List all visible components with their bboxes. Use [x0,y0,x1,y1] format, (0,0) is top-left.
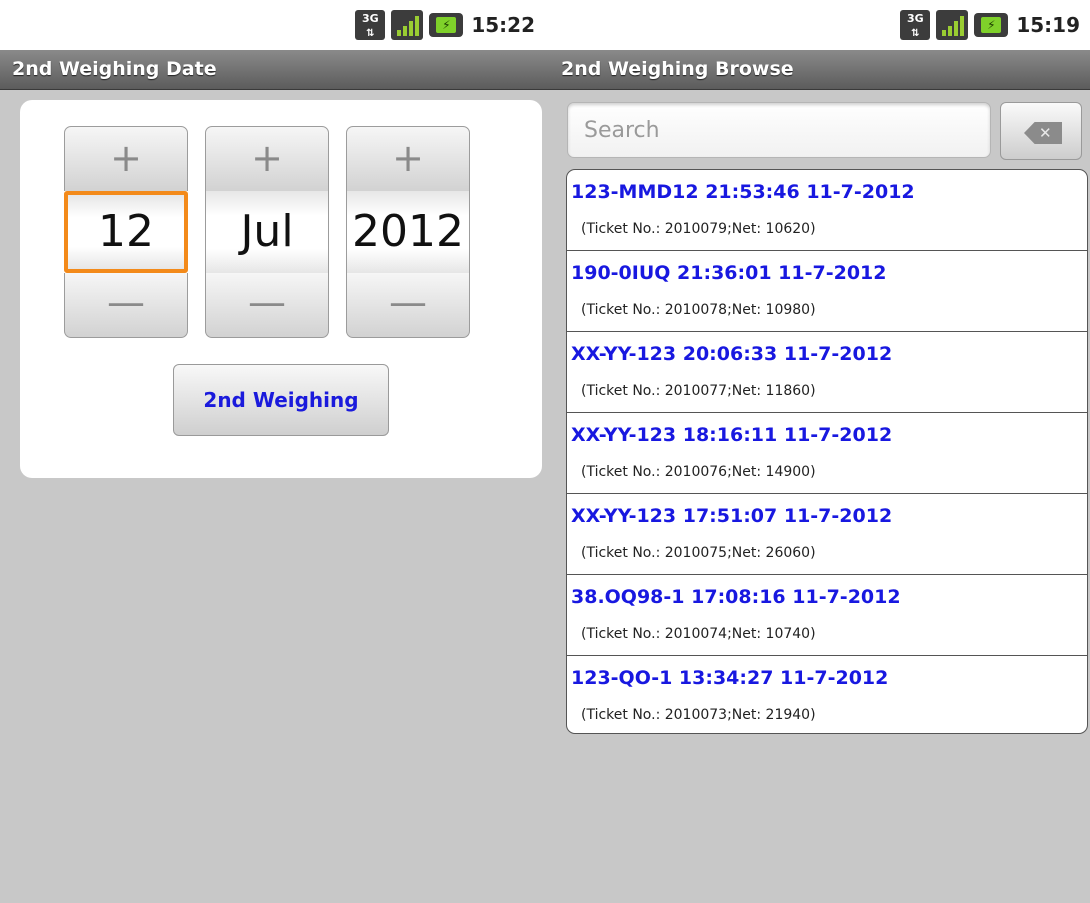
battery-charging-icon: ⚡ [974,13,1009,37]
status-bar: 3G ⇅ ⚡ 15:19 [545,0,1090,50]
signal-strength-icon [391,10,424,40]
month-value: Jul [240,206,294,257]
screen-title: 2nd Weighing Date [12,58,217,80]
status-time: 15:19 [1016,13,1080,37]
weighing-list: 123-MMD12 21:53:46 11-7-2012 (Ticket No.… [566,169,1088,734]
list-item-title: XX-YY-123 20:06:33 11-7-2012 [571,343,893,365]
search-input[interactable] [568,103,990,157]
list-item-title: 123-MMD12 21:53:46 11-7-2012 [571,181,915,203]
list-item-detail: (Ticket No.: 2010076;Net: 14900) [581,464,816,480]
screen-title: 2nd Weighing Browse [561,58,794,80]
list-item[interactable]: 190-0IUQ 21:36:01 11-7-2012 (Ticket No.:… [567,251,1087,332]
second-weighing-button[interactable]: 2nd Weighing [173,364,389,436]
list-item-title: XX-YY-123 17:51:07 11-7-2012 [571,505,893,527]
plus-icon: + [110,136,142,180]
day-field[interactable]: 12 [64,191,188,332]
list-item[interactable]: 38.OQ98-1 17:08:16 11-7-2012 (Ticket No.… [567,575,1087,656]
day-increment-button[interactable]: + [64,126,188,191]
year-value: 2012 [352,206,464,257]
right-screen: 3G ⇅ ⚡ 15:19 2nd Weighing Browse 123-MMD… [545,0,1090,903]
list-item[interactable]: 123-QO-1 13:34:27 11-7-2012 (Ticket No.:… [567,656,1087,733]
status-icons: 3G ⇅ ⚡ 15:22 [355,6,535,44]
list-item-title: 38.OQ98-1 17:08:16 11-7-2012 [571,586,901,608]
title-bar: 2nd Weighing Date [0,50,545,90]
clear-search-button[interactable] [1000,102,1082,160]
list-item-detail: (Ticket No.: 2010079;Net: 10620) [581,221,816,237]
list-item[interactable]: XX-YY-123 20:06:33 11-7-2012 (Ticket No.… [567,332,1087,413]
status-bar: 3G ⇅ ⚡ 15:22 [0,0,545,50]
plus-icon: + [251,136,283,180]
title-bar: 2nd Weighing Browse [545,50,1090,90]
battery-charging-icon: ⚡ [429,13,464,37]
month-increment-button[interactable]: + [205,126,329,191]
list-item[interactable]: XX-YY-123 17:51:07 11-7-2012 (Ticket No.… [567,494,1087,575]
backspace-clear-icon [1024,122,1062,144]
network-3g-icon: 3G ⇅ [355,10,386,40]
year-decrement-button[interactable]: — [346,273,470,338]
month-decrement-button[interactable]: — [205,273,329,338]
search-field[interactable] [567,102,991,158]
list-item-detail: (Ticket No.: 2010077;Net: 11860) [581,383,816,399]
minus-icon: — [107,280,145,324]
month-field[interactable]: Jul [205,191,329,273]
month-picker: + Jul — [205,126,329,338]
signal-strength-icon [936,10,969,40]
day-decrement-button[interactable]: — [64,273,188,338]
day-value: 12 [98,206,154,257]
status-icons: 3G ⇅ ⚡ 15:19 [900,6,1080,44]
list-item[interactable]: XX-YY-123 18:16:11 11-7-2012 (Ticket No.… [567,413,1087,494]
minus-icon: — [389,280,427,324]
list-item-detail: (Ticket No.: 2010073;Net: 21940) [581,707,816,723]
network-3g-icon: 3G ⇅ [900,10,931,40]
day-picker: + 12 — [64,126,188,338]
list-item[interactable]: 123-MMD12 21:53:46 11-7-2012 (Ticket No.… [567,170,1087,251]
network-label: 3G [906,12,924,25]
minus-icon: — [248,280,286,324]
plus-icon: + [392,136,424,180]
left-screen: 3G ⇅ ⚡ 15:22 2nd Weighing Date + 12 — + … [0,0,545,903]
list-item-detail: (Ticket No.: 2010074;Net: 10740) [581,626,816,642]
year-picker: + 2012 — [346,126,470,338]
date-picker-card: + 12 — + Jul — + 2012 — 2nd Weighing [20,100,542,478]
status-time: 15:22 [471,13,535,37]
list-item-title: 190-0IUQ 21:36:01 11-7-2012 [571,262,887,284]
list-item-detail: (Ticket No.: 2010078;Net: 10980) [581,302,816,318]
network-label: 3G [361,12,379,25]
list-item-detail: (Ticket No.: 2010075;Net: 26060) [581,545,816,561]
list-item-title: 123-QO-1 13:34:27 11-7-2012 [571,667,889,689]
year-increment-button[interactable]: + [346,126,470,191]
list-item-title: XX-YY-123 18:16:11 11-7-2012 [571,424,893,446]
year-field[interactable]: 2012 [346,191,470,273]
